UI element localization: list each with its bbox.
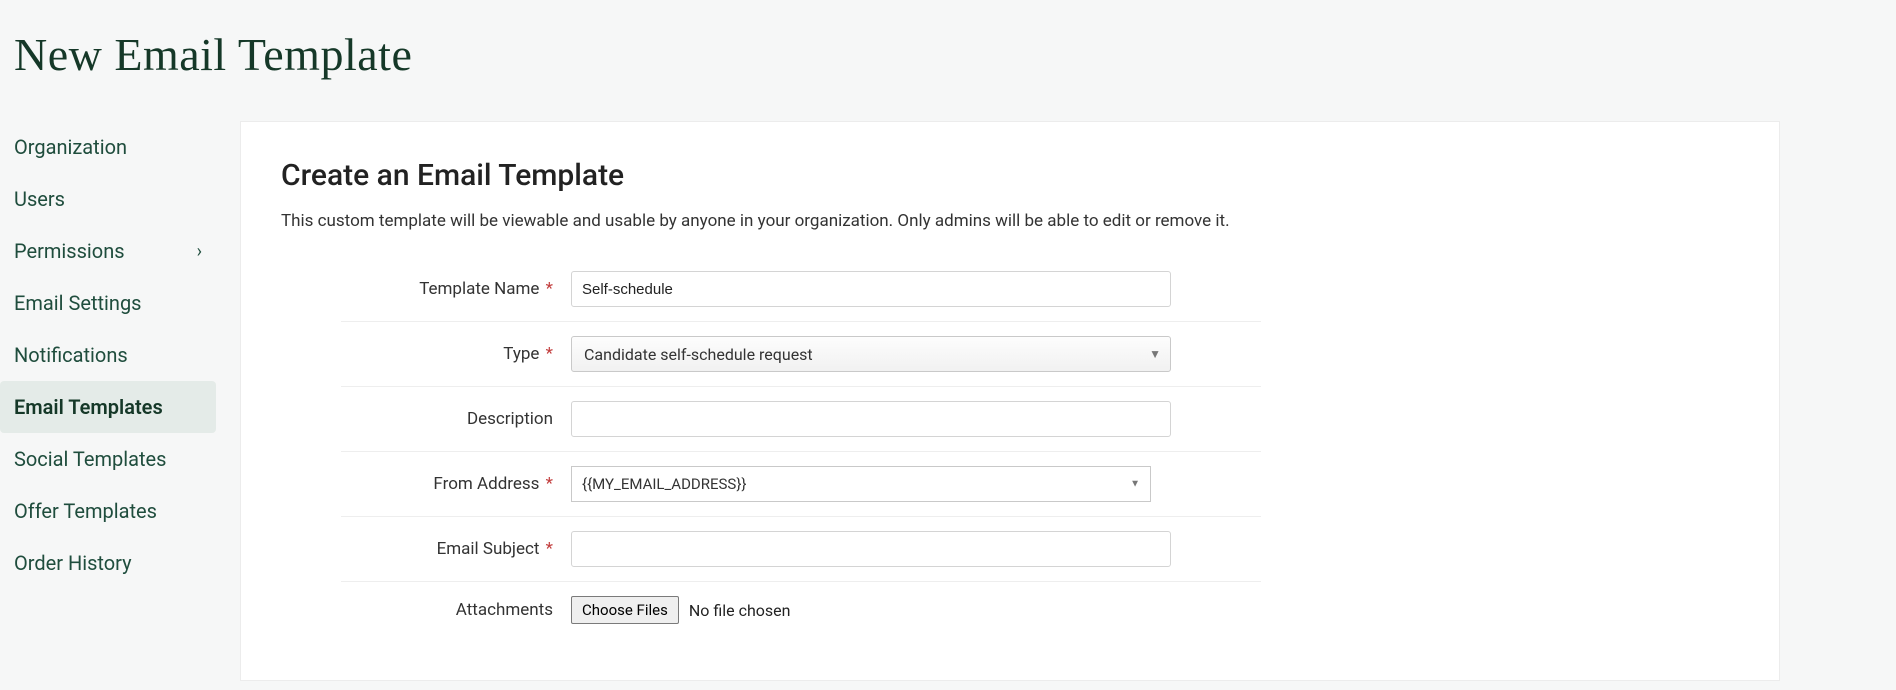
sidebar-item-label: Notifications [14, 343, 128, 367]
sidebar-item-label: Organization [14, 135, 127, 159]
sidebar-item-label: Email Templates [14, 395, 163, 419]
sidebar-item-permissions[interactable]: Permissions › [0, 225, 216, 277]
label-text: Attachments [456, 600, 553, 620]
required-asterisk: * [541, 344, 553, 364]
label-text: Type [503, 344, 539, 364]
caret-down-icon: ▼ [1130, 479, 1140, 490]
sidebar-item-email-settings[interactable]: Email Settings [0, 277, 216, 329]
label-from-address: From Address * [341, 474, 571, 494]
sidebar-item-offer-templates[interactable]: Offer Templates [0, 485, 216, 537]
panel-heading: Create an Email Template [281, 158, 1739, 193]
from-address-value: {{MY_EMAIL_ADDRESS}} [582, 475, 747, 493]
row-description: Description [341, 387, 1261, 452]
row-from-address: From Address * {{MY_EMAIL_ADDRESS}} ▼ [341, 452, 1261, 517]
sidebar-item-label: Users [14, 187, 65, 211]
row-attachments: Attachments Choose Files No file chosen [341, 582, 1261, 638]
label-attachments: Attachments [341, 600, 571, 620]
row-email-subject: Email Subject * [341, 517, 1261, 582]
required-asterisk: * [541, 474, 553, 494]
label-text: From Address [433, 474, 539, 494]
email-subject-input[interactable] [571, 531, 1171, 567]
label-description: Description [341, 409, 571, 429]
sidebar: Organization Users Permissions › Email S… [0, 121, 240, 681]
label-text: Template Name [419, 279, 539, 299]
required-asterisk: * [541, 539, 553, 559]
sidebar-item-organization[interactable]: Organization [0, 121, 216, 173]
layout: Organization Users Permissions › Email S… [0, 121, 1896, 681]
choose-files-button[interactable]: Choose Files [571, 596, 679, 624]
label-template-name: Template Name * [341, 279, 571, 299]
sidebar-item-label: Offer Templates [14, 499, 157, 523]
label-text: Description [467, 409, 553, 429]
row-template-name: Template Name * [341, 257, 1261, 322]
sidebar-item-email-templates[interactable]: Email Templates [0, 381, 216, 433]
page-title: New Email Template [0, 0, 1896, 81]
description-input[interactable] [571, 401, 1171, 437]
file-status-text: No file chosen [689, 601, 791, 620]
sidebar-item-notifications[interactable]: Notifications [0, 329, 216, 381]
chevron-right-icon: › [197, 241, 202, 262]
template-name-input[interactable] [571, 271, 1171, 307]
sidebar-item-social-templates[interactable]: Social Templates [0, 433, 216, 485]
sidebar-item-label: Permissions [14, 239, 125, 263]
sidebar-item-label: Order History [14, 551, 132, 575]
sidebar-item-order-history[interactable]: Order History [0, 537, 216, 589]
label-email-subject: Email Subject * [341, 539, 571, 559]
label-text: Email Subject [437, 539, 540, 559]
row-type: Type * Candidate self-schedule request ▼ [341, 322, 1261, 387]
panel-description: This custom template will be viewable an… [281, 211, 1739, 231]
sidebar-item-label: Social Templates [14, 447, 166, 471]
sidebar-item-label: Email Settings [14, 291, 142, 315]
main-panel: Create an Email Template This custom tem… [240, 121, 1780, 681]
label-type: Type * [341, 344, 571, 364]
from-address-select[interactable]: {{MY_EMAIL_ADDRESS}} ▼ [571, 466, 1151, 502]
required-asterisk: * [541, 279, 553, 299]
type-select[interactable]: Candidate self-schedule request [571, 336, 1171, 372]
sidebar-item-users[interactable]: Users [0, 173, 216, 225]
type-select-value: Candidate self-schedule request [584, 345, 813, 364]
